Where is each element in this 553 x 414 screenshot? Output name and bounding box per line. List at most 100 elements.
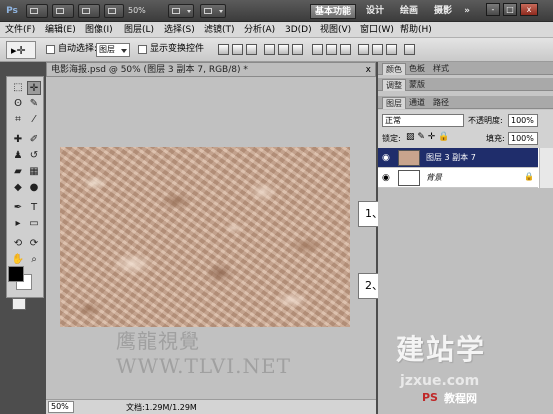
blend-mode-select[interactable]: 正常 bbox=[382, 114, 464, 127]
auto-select-value: 图层 bbox=[99, 45, 115, 54]
align-vcenter-icon[interactable] bbox=[232, 44, 243, 55]
menu-layer[interactable]: 图层(L) bbox=[124, 24, 154, 36]
3d-orbit-tool-icon[interactable]: ⟳ bbox=[27, 237, 41, 251]
status-bar: 50% 文档:1.29M/1.29M bbox=[46, 399, 376, 414]
marquee-tool-icon[interactable]: ⬚ bbox=[11, 81, 25, 95]
type-tool-icon[interactable]: T bbox=[27, 201, 41, 215]
workspace-more-icon[interactable]: » bbox=[462, 4, 472, 19]
menu-help[interactable]: 帮助(H) bbox=[400, 24, 432, 36]
healing-brush-tool-icon[interactable]: ✚ bbox=[11, 133, 25, 147]
move-tool-icon[interactable]: ✛ bbox=[27, 81, 41, 95]
lock-icons[interactable]: ▨ ✎ ✛ 🔒 bbox=[406, 132, 449, 143]
workspace-photography[interactable]: 摄影 bbox=[430, 4, 456, 19]
site-name-text: 教程网 bbox=[444, 392, 477, 405]
opacity-input[interactable]: 100% bbox=[508, 114, 538, 127]
tab-paths[interactable]: 路径 bbox=[430, 97, 452, 109]
document-tab[interactable]: 电影海报.psd @ 50% (图层 3 副本 7, RGB/8) * x bbox=[46, 62, 376, 77]
history-brush-tool-icon[interactable]: ↺ bbox=[27, 149, 41, 163]
menu-3d[interactable]: 3D(D) bbox=[285, 24, 312, 36]
menu-file[interactable]: 文件(F) bbox=[5, 24, 35, 36]
layer-name: 图层 3 副本 7 bbox=[426, 153, 476, 162]
gradient-tool-icon[interactable]: ▦ bbox=[27, 165, 41, 179]
3d-rotate-tool-icon[interactable]: ⟲ bbox=[11, 237, 25, 251]
screen-mode-button[interactable] bbox=[200, 4, 226, 18]
auto-select-target-select[interactable]: 图层 bbox=[96, 43, 130, 57]
align-right-icon[interactable] bbox=[292, 44, 303, 55]
eye-icon[interactable]: ◉ bbox=[382, 173, 392, 183]
auto-select-checkbox[interactable] bbox=[46, 45, 55, 54]
distribute-right-icon[interactable] bbox=[386, 44, 397, 55]
distribute-top-icon[interactable] bbox=[312, 44, 323, 55]
menu-view[interactable]: 视图(V) bbox=[320, 24, 351, 36]
foreground-color-swatch[interactable] bbox=[8, 266, 24, 282]
menu-select[interactable]: 选择(S) bbox=[164, 24, 195, 36]
minimize-button[interactable]: - bbox=[486, 3, 500, 16]
tab-layers[interactable]: 图层 bbox=[382, 97, 406, 109]
close-button[interactable]: x bbox=[520, 3, 538, 16]
close-icon[interactable]: x bbox=[366, 64, 371, 76]
menu-window[interactable]: 窗口(W) bbox=[360, 24, 394, 36]
menu-edit[interactable]: 编辑(E) bbox=[45, 24, 76, 36]
crop-tool-icon[interactable]: ⌗ bbox=[11, 113, 25, 127]
bridge-icon bbox=[30, 8, 38, 14]
document-image[interactable] bbox=[60, 147, 350, 327]
layer-row[interactable]: ◉ 图层 3 副本 7 bbox=[378, 148, 538, 168]
tab-swatches[interactable]: 色板 bbox=[406, 63, 428, 75]
quick-select-tool-icon[interactable]: ✎ bbox=[27, 97, 41, 111]
hand-tool-button[interactable] bbox=[104, 4, 124, 18]
shape-tool-icon[interactable]: ▭ bbox=[27, 217, 41, 231]
tab-adjustments[interactable]: 调整 bbox=[382, 79, 406, 91]
distribute-left-icon[interactable] bbox=[358, 44, 369, 55]
layer-row[interactable]: ◉ 背景 🔒 bbox=[378, 168, 538, 188]
distribute-vcenter-icon[interactable] bbox=[326, 44, 337, 55]
tab-masks[interactable]: 蒙版 bbox=[406, 79, 428, 91]
adjustments-panel-tabs: 调整 蒙版 bbox=[378, 78, 553, 91]
dodge-tool-icon[interactable]: ● bbox=[27, 181, 41, 195]
menu-analysis[interactable]: 分析(A) bbox=[244, 24, 275, 36]
lock-icon: 🔒 bbox=[524, 172, 534, 181]
layers-scrollbar[interactable] bbox=[539, 148, 553, 188]
ps-badge-text: PS bbox=[422, 391, 438, 404]
maximize-button[interactable]: □ bbox=[503, 3, 517, 16]
menu-image[interactable]: 图像(I) bbox=[85, 24, 113, 36]
tab-styles[interactable]: 样式 bbox=[430, 63, 452, 75]
pen-tool-icon[interactable]: ✒ bbox=[11, 201, 25, 215]
layer-name: 背景 bbox=[426, 173, 442, 182]
view-extras-button[interactable] bbox=[78, 4, 100, 18]
align-bottom-icon[interactable] bbox=[246, 44, 257, 55]
tool-preset-picker[interactable]: ▸✛ bbox=[6, 41, 36, 59]
mini-bridge-button[interactable] bbox=[52, 4, 74, 18]
tab-channels[interactable]: 通道 bbox=[406, 97, 428, 109]
clone-stamp-tool-icon[interactable]: ♟ bbox=[11, 149, 25, 163]
eraser-tool-icon[interactable]: ▰ bbox=[11, 165, 25, 179]
distribute-bottom-icon[interactable] bbox=[340, 44, 351, 55]
auto-align-icon[interactable] bbox=[404, 44, 415, 55]
fill-input[interactable]: 100% bbox=[508, 132, 538, 145]
quick-mask-icon[interactable] bbox=[12, 298, 26, 310]
distribute-hcenter-icon[interactable] bbox=[372, 44, 383, 55]
panel-dock: 颜色 色板 样式 调整 蒙版 图层 通道 路径 正常 不透明度: 100% 锁定… bbox=[378, 62, 553, 414]
zoom-level-select[interactable]: 50% bbox=[128, 5, 166, 17]
arrange-documents-button[interactable] bbox=[168, 4, 194, 18]
zoom-field[interactable]: 50% bbox=[48, 401, 74, 413]
tab-color[interactable]: 颜色 bbox=[382, 63, 406, 75]
workspace-design[interactable]: 设计 bbox=[362, 4, 388, 19]
workspace-painting[interactable]: 绘画 bbox=[396, 4, 422, 19]
align-left-icon[interactable] bbox=[264, 44, 275, 55]
hand-tool-icon[interactable]: ✋ bbox=[11, 253, 25, 267]
show-transform-checkbox[interactable] bbox=[138, 45, 147, 54]
lasso-tool-icon[interactable]: ʘ bbox=[11, 97, 25, 111]
layer-thumbnail bbox=[398, 150, 420, 166]
zoom-tool-icon[interactable]: ⌕ bbox=[27, 253, 41, 267]
bridge-button[interactable] bbox=[26, 4, 48, 18]
blur-tool-icon[interactable]: ◆ bbox=[11, 181, 25, 195]
eyedropper-tool-icon[interactable]: ⁄ bbox=[27, 113, 41, 127]
align-top-icon[interactable] bbox=[218, 44, 229, 55]
eye-icon[interactable]: ◉ bbox=[382, 153, 392, 163]
align-hcenter-icon[interactable] bbox=[278, 44, 289, 55]
path-select-tool-icon[interactable]: ▸ bbox=[11, 217, 25, 231]
menu-filter[interactable]: 滤镜(T) bbox=[204, 24, 235, 36]
brush-tool-icon[interactable]: ✐ bbox=[27, 133, 41, 147]
canvas-area[interactable]: 鹰龍視覺 WWW.TLVI.NET 1、合并图层 2、调整图像整体色调 bbox=[46, 77, 474, 399]
workspace-essentials[interactable]: 基本功能 bbox=[310, 4, 356, 19]
